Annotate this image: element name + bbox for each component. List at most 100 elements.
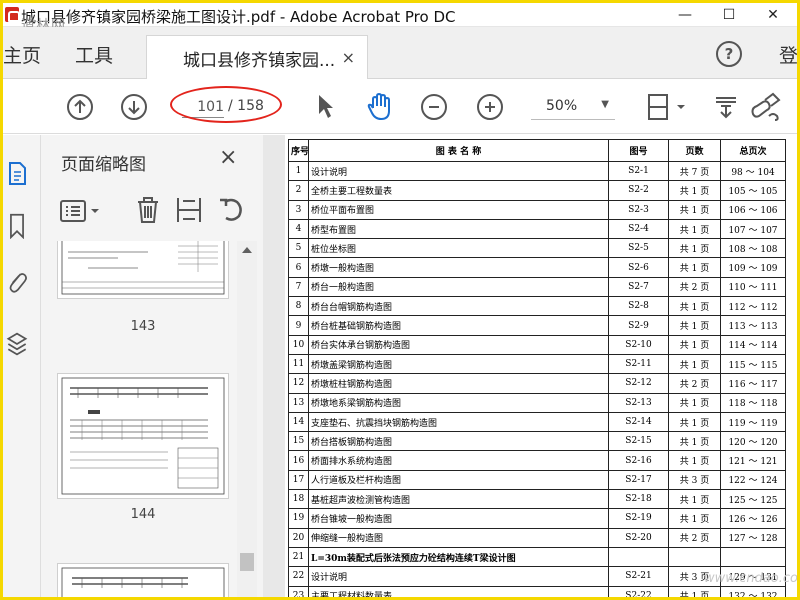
tab-bar: 主页 工具 城口县修齐镇家园... × ? 登 [3, 27, 797, 79]
cell-total: 106 ～ 106 [720, 199, 786, 220]
table-row: 3 桥位平面布置图 S2-3 共 1 页 106 ～ 106 [288, 199, 786, 220]
cell-name: 桥墩盖梁钢筋构造图 [308, 353, 609, 375]
cell-pages: 共 1 页 [668, 334, 721, 355]
table-row: 20 伸缩缝一般构造图 S2-20 共 2 页 127 ～ 128 [288, 527, 786, 548]
cell-no: 19 [288, 508, 309, 529]
cell-no: 20 [288, 527, 309, 548]
cell-code: S2-15 [608, 431, 669, 452]
sign-icon[interactable] [749, 92, 783, 124]
rotate-page-icon[interactable] [217, 196, 245, 224]
cell-no: 14 [288, 411, 309, 433]
thumbnail-list: 143 144 [41, 241, 263, 597]
cell-pages: 共 1 页 [668, 238, 721, 259]
scrollbar-thumb[interactable] [240, 553, 254, 571]
panel-title: 页面缩略图 [61, 155, 146, 175]
minimize-button[interactable]: — [663, 3, 707, 27]
cell-name: 桥墩桩柱钢筋构造图 [308, 373, 609, 394]
title-bar: 城口县修齐镇家园桥梁施工图设计.pdf - Adobe Acrobat Pro … [3, 3, 797, 34]
cell-total: 122 ～ 124 [720, 469, 786, 491]
cell-pages: 共 1 页 [668, 508, 721, 529]
close-window-button[interactable]: ✕ [751, 3, 795, 27]
cell-name: 伸缩缝一般构造图 [308, 527, 609, 548]
cell-pages: 共 2 页 [668, 373, 721, 394]
pdf-page: 序号 图 表 名 称 图号 页数 总页次 1 设计说明 S2-1 共 7 页 98 ～ … [285, 135, 797, 597]
cell-pages: 共 1 页 [668, 489, 721, 510]
stamp-icon[interactable] [713, 92, 739, 124]
tab-document[interactable]: 城口县修齐镇家园... × [146, 35, 368, 79]
thumbnail-page-145[interactable] [57, 563, 229, 597]
cell-total: 132 ～ 132 [720, 585, 786, 597]
header-pages: 页数 [668, 139, 721, 162]
cell-code: S2-19 [608, 508, 669, 529]
cell-code: S2-2 [608, 180, 669, 201]
cell-no: 2 [288, 180, 309, 201]
cell-pages: 共 1 页 [668, 353, 721, 375]
panel-close-button[interactable]: × [219, 145, 237, 170]
delete-page-icon[interactable] [135, 195, 161, 225]
bookmark-icon[interactable] [5, 213, 29, 239]
cell-name: 支座垫石、抗震挡块钢筋构造图 [308, 411, 609, 433]
next-page-button[interactable] [121, 94, 147, 120]
zoom-level-select[interactable]: 50% ▼ [531, 94, 615, 120]
document-view[interactable]: 序号 图 表 名 称 图号 页数 总页次 1 设计说明 S2-1 共 7 页 98 ～ … [263, 135, 797, 597]
login-button[interactable]: 登 [779, 41, 797, 68]
cell-no: 13 [288, 392, 309, 413]
tab-home[interactable]: 主页 [3, 41, 41, 68]
table-row: 12 桥墩桩柱钢筋构造图 S2-12 共 2 页 116 ～ 117 [288, 373, 786, 394]
cell-total: 127 ～ 128 [720, 527, 786, 548]
header-total: 总页次 [720, 139, 786, 162]
thumbnail-scrollbar[interactable] [237, 241, 257, 597]
thumbnail-page-143[interactable] [57, 241, 229, 299]
chevron-down-icon: ▼ [601, 99, 609, 110]
previous-page-button[interactable] [67, 94, 93, 120]
attachment-icon[interactable] [5, 269, 29, 295]
scroll-up-icon[interactable] [242, 247, 252, 253]
cell-name: 桩位坐标图 [308, 238, 609, 259]
table-row: 16 桥面排水系统构造图 S2-16 共 1 页 121 ～ 121 [288, 450, 786, 471]
extract-page-icon[interactable] [175, 195, 203, 225]
cell-code: S2-18 [608, 489, 669, 510]
cell-pages: 共 1 页 [668, 180, 721, 201]
tab-close-button[interactable]: × [342, 48, 355, 67]
maximize-button[interactable]: ☐ [707, 3, 751, 27]
cell-no: 9 [288, 315, 309, 336]
drawing-index-table: 序号 图 表 名 称 图号 页数 总页次 1 设计说明 S2-1 共 7 页 98 ～ … [288, 139, 786, 597]
cell-pages: 共 1 页 [668, 218, 721, 240]
cell-code: S2-17 [608, 469, 669, 491]
table-row: 6 桥墩一般构造图 S2-6 共 1 页 109 ～ 109 [288, 257, 786, 278]
cell-no: 11 [288, 353, 309, 375]
options-menu-icon[interactable] [59, 199, 103, 223]
tab-tools[interactable]: 工具 [75, 41, 113, 68]
cell-code: S2-10 [608, 334, 669, 355]
page-fit-icon[interactable] [645, 92, 689, 124]
cell-total: 125 ～ 125 [720, 489, 786, 510]
table-row: 4 桥型布置图 S2-4 共 1 页 107 ～ 107 [288, 218, 786, 240]
hand-tool-icon[interactable] [365, 92, 395, 122]
layers-icon[interactable] [5, 331, 29, 357]
select-cursor-icon[interactable] [315, 92, 335, 120]
cell-code: S2-14 [608, 411, 669, 433]
zoom-in-icon [485, 102, 495, 112]
table-row: 11 桥墩盖梁钢筋构造图 S2-11 共 1 页 115 ～ 115 [288, 353, 786, 375]
cell-pages: 共 1 页 [668, 411, 721, 433]
zoom-in-button[interactable] [477, 94, 503, 120]
cell-code: S2-21 [608, 566, 669, 587]
pages-icon[interactable] [5, 161, 29, 187]
cell-name: 桥墩地系梁钢筋构造图 [308, 392, 609, 413]
table-body: 1 设计说明 S2-1 共 7 页 98 ～ 104 2 全桥主要工程数量表 S2-2 共 1 … [288, 160, 786, 597]
red-highlight-oval [170, 86, 282, 123]
cell-pages: 共 1 页 [668, 257, 721, 278]
cell-no: 4 [288, 218, 309, 240]
thumbnail-page-144[interactable] [57, 373, 229, 499]
zoom-out-button[interactable] [421, 94, 447, 120]
cell-total: 114 ～ 114 [720, 334, 786, 355]
cell-total [720, 546, 786, 568]
table-row: 23主要工程材料数量表S2-22共 1 页132 ～ 132 [288, 585, 786, 597]
cell-name: 桥位平面布置图 [308, 199, 609, 220]
cell-no: 18 [288, 489, 309, 510]
main-toolbar: / 158 50% ▼ [3, 80, 797, 134]
arrow-up-icon [74, 99, 86, 113]
cell-total: 126 ～ 126 [720, 508, 786, 529]
cell-name: 桥台桩基础钢筋构造图 [308, 315, 609, 336]
help-icon[interactable]: ? [716, 41, 742, 67]
